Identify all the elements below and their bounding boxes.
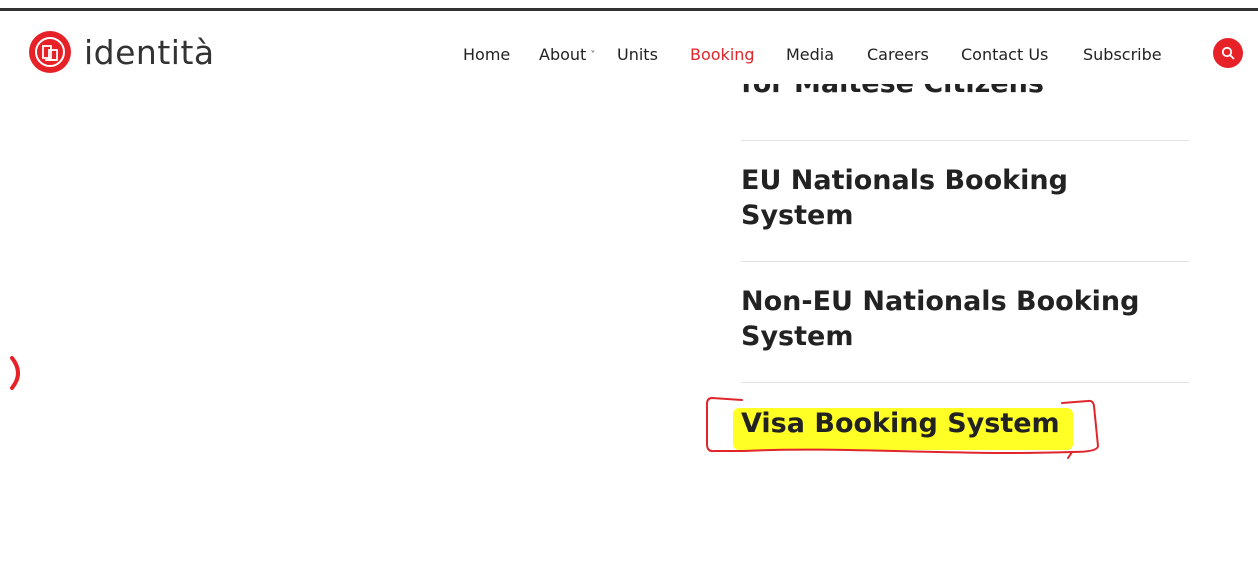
search-icon	[1221, 46, 1235, 60]
nav-about[interactable]: About ˅	[539, 44, 595, 69]
nav-careers[interactable]: Careers	[867, 44, 929, 66]
divider	[741, 382, 1189, 383]
non-eu-title-line2: System	[741, 321, 854, 352]
identita-logo-icon	[29, 31, 71, 73]
nav-home[interactable]: Home	[463, 44, 510, 66]
divider	[741, 261, 1189, 262]
brand-name: identità	[84, 32, 215, 72]
non-eu-title-line1: Non-EU Nationals Booking	[741, 286, 1140, 317]
nav-contact-us[interactable]: Contact Us	[961, 44, 1048, 66]
non-eu-nationals-booking-link[interactable]: Non-EU Nationals Booking System	[741, 284, 1181, 354]
logo[interactable]: identità	[28, 30, 215, 74]
nav-booking[interactable]: Booking	[690, 44, 755, 66]
booking-item-partial[interactable]: for Maltese Citizens	[741, 84, 1189, 108]
side-tab-icon[interactable]	[10, 355, 26, 391]
eu-nationals-booking-link[interactable]: EU Nationals Booking System	[741, 163, 1181, 233]
nav-media[interactable]: Media	[786, 44, 834, 66]
nav-units[interactable]: Units	[617, 44, 658, 66]
search-button[interactable]	[1213, 38, 1243, 68]
nav-subscribe[interactable]: Subscribe	[1083, 44, 1162, 66]
top-border	[0, 8, 1258, 11]
eu-title-line2: System	[741, 200, 854, 231]
eu-title-line1: EU Nationals Booking	[741, 165, 1068, 196]
chevron-down-icon: ˅	[590, 50, 596, 61]
booking-item-title: for Maltese Citizens	[741, 84, 1181, 101]
divider	[741, 140, 1189, 141]
red-annotation-bracket	[706, 396, 1100, 459]
nav-about-label: About	[539, 45, 587, 64]
